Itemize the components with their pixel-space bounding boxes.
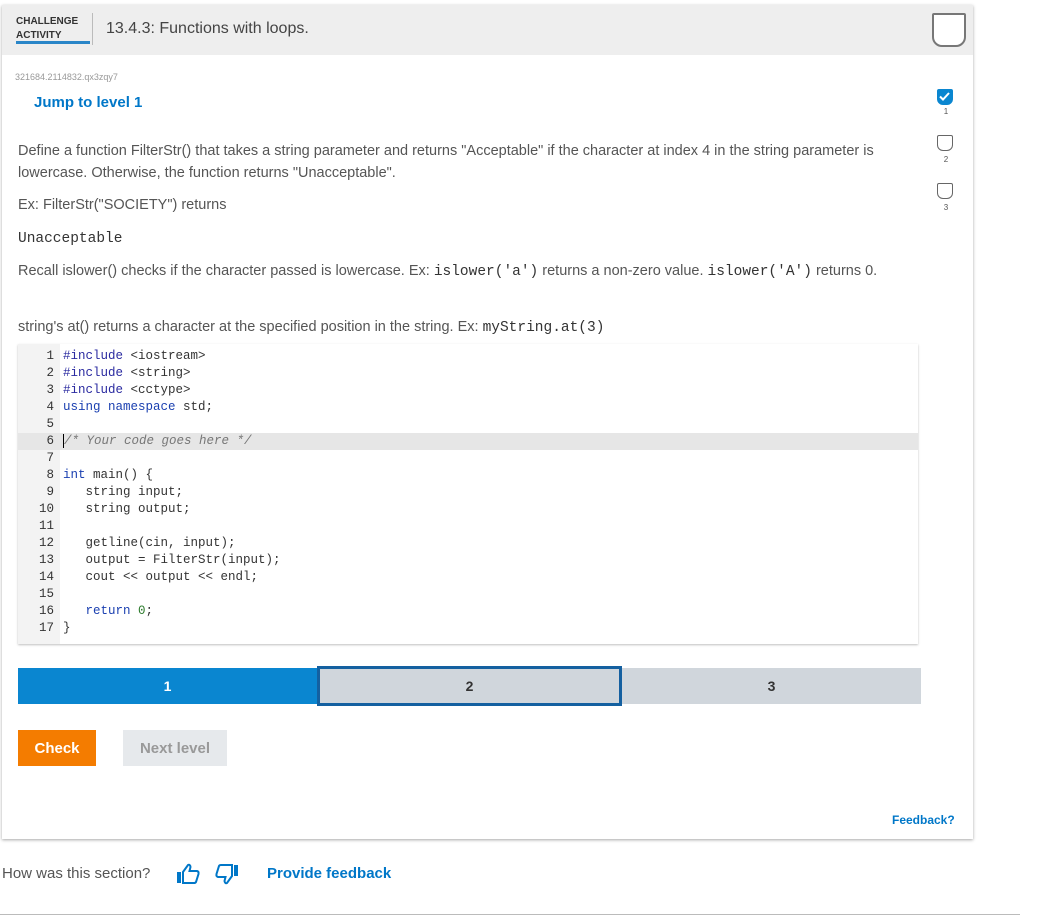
activity-badge: CHALLENGE ACTIVITY [16, 15, 78, 43]
prompt-example-output: Unacceptable [18, 231, 123, 247]
code-line: 11 [38, 519, 54, 533]
thumbs-down-icon[interactable] [214, 863, 240, 885]
header-divider [92, 13, 93, 45]
side-level-2-number: 2 [943, 155, 949, 164]
page-divider [0, 914, 1020, 915]
badge-line1: CHALLENGE [16, 16, 79, 27]
provide-feedback-link[interactable]: Provide feedback [267, 865, 391, 882]
code-line: 4 using namespace std; [46, 400, 214, 414]
level-1-segment[interactable]: 1 [18, 668, 317, 704]
section-feedback-bar: How was this section? Provide feedback [0, 858, 1037, 888]
activity-id: 321684.2114832.qx3zqy7 [15, 72, 118, 82]
prompt-paragraph-1: Define a function FilterStr() that takes… [18, 143, 874, 181]
code-line: 2 #include <string> [46, 366, 191, 380]
code-line: 14 cout << output << endl; [38, 570, 259, 584]
side-level-1-number: 1 [943, 107, 949, 116]
completion-check-icon [932, 13, 966, 47]
side-level-3-number: 3 [943, 203, 949, 212]
code-line: 17} [38, 621, 71, 635]
code-line: 1 #include <iostream> [46, 349, 206, 363]
challenge-card: CHALLENGE ACTIVITY 13.4.3: Functions wit… [2, 5, 973, 839]
code-line: 13 output = FilterStr(input); [38, 553, 281, 567]
code-line: 7 [46, 451, 54, 465]
code-line: 5 [46, 417, 54, 431]
check-button[interactable]: Check [18, 730, 96, 766]
next-level-button[interactable]: Next level [123, 730, 227, 766]
code-line-active[interactable]: 6/* Your code goes here */ [18, 433, 918, 450]
feedback-link[interactable]: Feedback? [892, 813, 955, 827]
code-line: 9 string input; [46, 485, 184, 499]
level-2-box-icon [937, 135, 953, 151]
jump-to-level-link[interactable]: Jump to level 1 [34, 94, 142, 111]
code-line: 16 return 0; [38, 604, 154, 618]
code-line: 3 #include <cctype> [46, 383, 191, 397]
code-editor[interactable]: 1 #include <iostream> 2 #include <string> … [18, 344, 918, 644]
code-line: 12 getline(cin, input); [38, 536, 236, 550]
code-line: 10 string output; [38, 502, 191, 516]
prompt-paragraph-at: string's at() returns a character at the… [18, 319, 605, 336]
level-3-box-icon [937, 183, 953, 199]
level-1-check-icon [937, 89, 953, 105]
level-3-segment[interactable]: 3 [622, 668, 921, 704]
section-rating-question: How was this section? [2, 865, 151, 882]
activity-title: 13.4.3: Functions with loops. [106, 20, 309, 37]
thumbs-up-icon[interactable] [175, 863, 201, 885]
prompt-paragraph-2: Ex: FilterStr("SOCIETY") returns [18, 197, 227, 213]
code-line: 8 int main() { [46, 468, 154, 482]
badge-underline [16, 41, 90, 44]
code-line: 15 [38, 587, 54, 601]
activity-header: CHALLENGE ACTIVITY 13.4.3: Functions wit… [2, 5, 973, 55]
level-progress-bar: 1 3 2 [18, 666, 921, 706]
level-2-segment[interactable]: 2 [317, 666, 622, 706]
prompt-paragraph-islower: Recall islower() checks if the character… [18, 263, 878, 280]
